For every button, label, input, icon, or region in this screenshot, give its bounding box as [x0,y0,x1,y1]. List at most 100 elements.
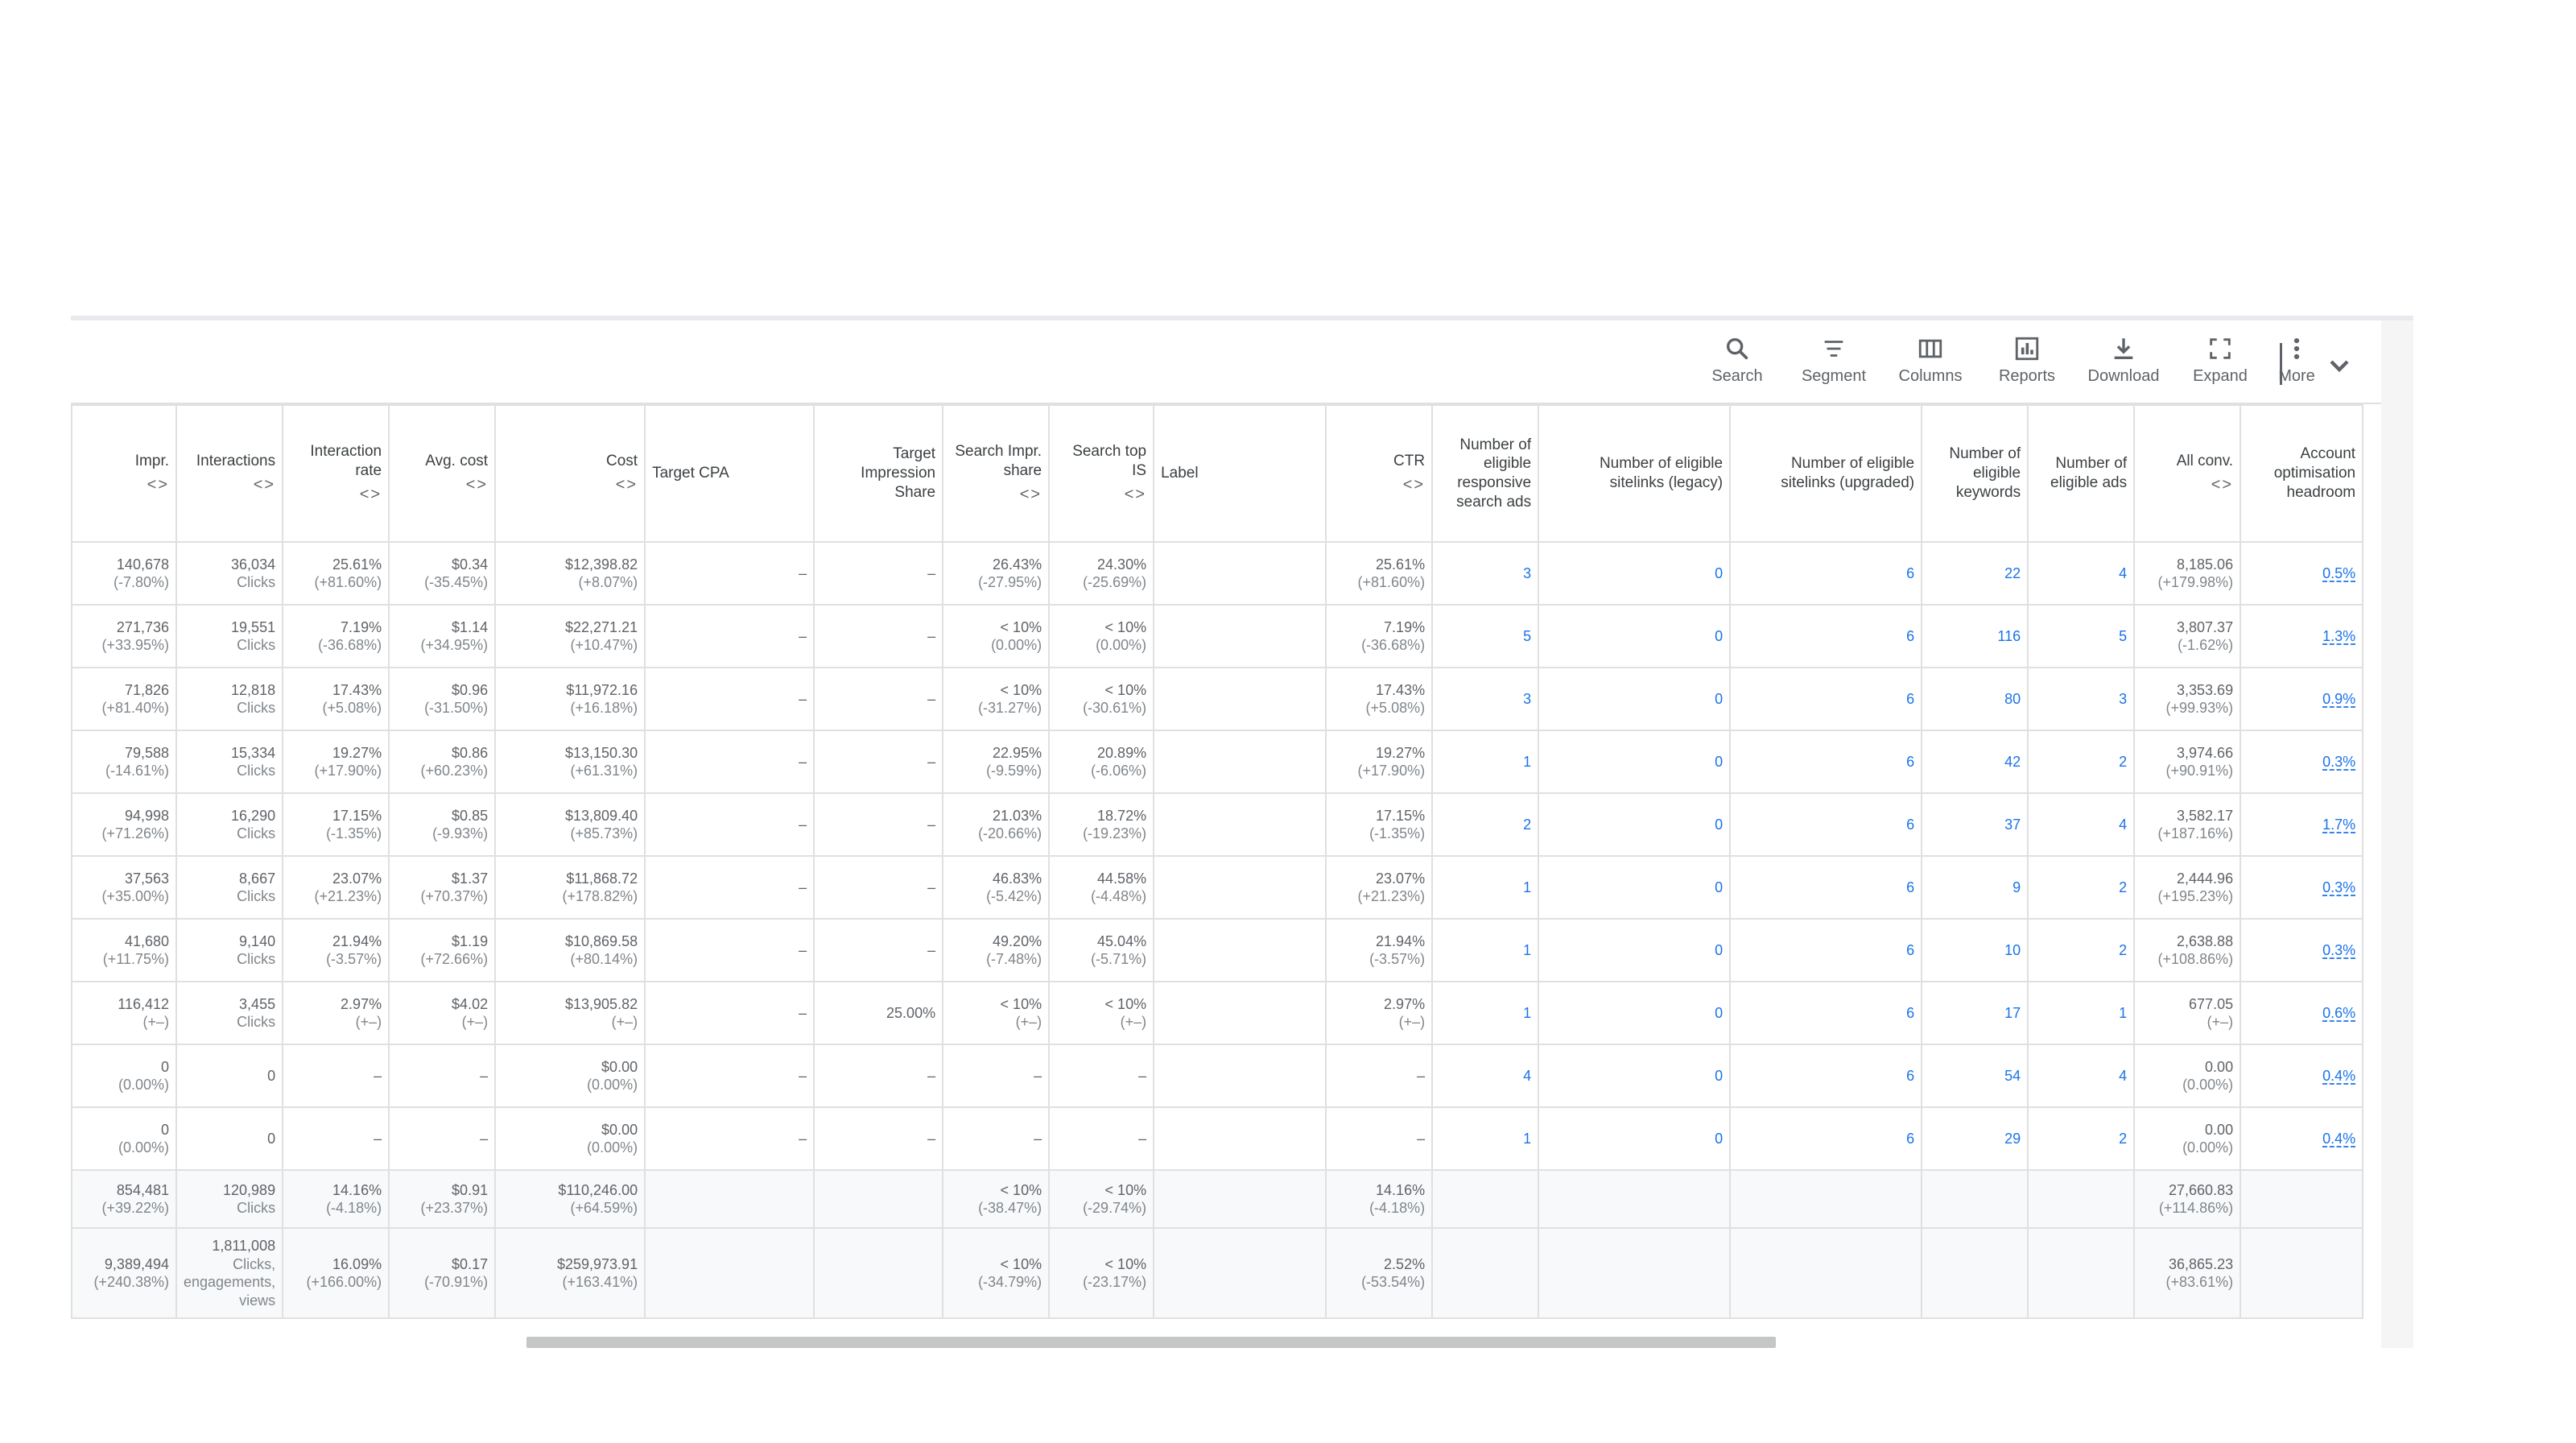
cell-eligible-keywords[interactable]: 10 [1921,918,2029,982]
expand-button[interactable]: Expand [2176,335,2264,395]
sort-icon[interactable]: <> [2141,475,2233,495]
cell-sitelinks-upgraded[interactable]: 6 [1729,604,1923,668]
cell-sitelinks-legacy[interactable]: 0 [1538,1106,1732,1171]
cell-eligible-ads[interactable]: 2 [2027,1106,2136,1171]
cell-optimisation-headroom[interactable]: 0.3% [2240,855,2364,920]
cell-optimisation-headroom[interactable]: 0.4% [2240,1044,2364,1108]
cell-eligible-keywords[interactable]: 22 [1921,541,2029,606]
cell-eligible-keywords[interactable]: 116 [1921,604,2029,668]
col-header-eligible-ads[interactable]: Number of eligible ads [2027,404,2136,543]
cell-eligible-ads[interactable]: 2 [2027,730,2136,794]
cell-sitelinks-upgraded[interactable]: 6 [1729,667,1923,731]
sort-icon[interactable]: <> [290,485,382,505]
columns-button[interactable]: Columns [1886,335,1975,395]
cell-eligible-keywords[interactable]: 9 [1921,855,2029,920]
cell-eligible-ads[interactable]: 5 [2027,604,2136,668]
sort-icon[interactable]: <> [79,475,169,495]
cell-eligible-rsa[interactable]: 5 [1431,604,1540,668]
col-header-sitelinks-legacy[interactable]: Number of eligible sitelinks (legacy) [1538,404,1732,543]
col-header-interactions[interactable]: Interactions <> [175,404,284,543]
search-button[interactable]: Search [1693,335,1781,395]
cell-eligible-keywords[interactable]: 54 [1921,1044,2029,1108]
sort-icon[interactable]: <> [950,485,1042,505]
cell-sitelinks-upgraded[interactable]: 6 [1729,792,1923,857]
col-header-target-impression-share[interactable]: Target Impression Share [813,404,944,543]
col-header-interaction-rate[interactable]: Interaction rate <> [282,404,390,543]
cell-optimisation-headroom[interactable]: 0.3% [2240,730,2364,794]
cell-optimisation-headroom[interactable]: 0.5% [2240,541,2364,606]
col-header-ctr[interactable]: CTR <> [1325,404,1434,543]
cell-sitelinks-upgraded[interactable]: 6 [1729,981,1923,1045]
cell-optimisation-headroom[interactable]: 0.9% [2240,667,2364,731]
cell-eligible-ads[interactable]: 4 [2027,1044,2136,1108]
cell-eligible-ads[interactable]: 2 [2027,855,2136,920]
cell-sitelinks-legacy[interactable]: 0 [1538,730,1732,794]
sort-icon[interactable]: <> [502,475,638,495]
cell-sitelinks-legacy[interactable]: 0 [1538,792,1732,857]
horizontal-scrollbar[interactable] [526,1337,1776,1348]
cell-eligible-keywords[interactable]: 29 [1921,1106,2029,1171]
cell-sitelinks-legacy[interactable]: 0 [1538,981,1732,1045]
collapse-button[interactable] [2323,349,2355,382]
cell-sitelinks-upgraded[interactable]: 6 [1729,918,1923,982]
cell-optimisation-headroom[interactable]: 0.3% [2240,918,2364,982]
cell-eligible-rsa[interactable]: 3 [1431,667,1540,731]
cell-sitelinks-upgraded[interactable]: 6 [1729,541,1923,606]
cell-eligible-ads[interactable]: 2 [2027,918,2136,982]
cell-sitelinks-legacy[interactable]: 0 [1538,855,1732,920]
download-button[interactable]: Download [2079,335,2168,395]
cell-eligible-rsa[interactable]: 1 [1431,918,1540,982]
col-header-optimisation-headroom[interactable]: Account optimisation headroom [2240,404,2364,543]
cell-sitelinks-upgraded[interactable]: 6 [1729,855,1923,920]
cell-eligible-ads[interactable]: 3 [2027,667,2136,731]
cell-sitelinks-legacy[interactable]: 0 [1538,541,1732,606]
cell-eligible-rsa[interactable]: 2 [1431,792,1540,857]
cell-sitelinks-upgraded[interactable]: 6 [1729,1106,1923,1171]
cell-eligible-rsa[interactable]: 4 [1431,1044,1540,1108]
cell-sitelinks-legacy[interactable]: 0 [1538,667,1732,731]
cell-eligible-rsa[interactable]: 1 [1431,730,1540,794]
col-header-label[interactable]: Label [1153,404,1327,543]
cell-sitelinks-legacy[interactable]: 0 [1538,604,1732,668]
cell-eligible-ads[interactable]: 4 [2027,792,2136,857]
cell-eligible-keywords[interactable]: 80 [1921,667,2029,731]
cell-sitelinks-upgraded[interactable]: 6 [1729,1044,1923,1108]
sort-icon[interactable]: <> [1333,475,1425,495]
cell-sitelinks-upgraded[interactable]: 6 [1729,730,1923,794]
cell-optimisation-headroom[interactable]: 1.7% [2240,792,2364,857]
col-header-search-top-is[interactable]: Search top IS <> [1048,404,1155,543]
col-header-cost[interactable]: Cost <> [494,404,646,543]
reports-button[interactable]: Reports [1983,335,2071,395]
cell-sitelinks-legacy[interactable]: 0 [1538,918,1732,982]
segment-button[interactable]: Segment [1790,335,1878,395]
cell-optimisation-headroom[interactable]: 0.4% [2240,1106,2364,1171]
ads-count: 4 [2119,1067,2128,1084]
cell-impr: 41,680 (+11.75%) [71,918,177,982]
cell-optimisation-headroom[interactable]: 0.6% [2240,981,2364,1045]
col-header-eligible-keywords[interactable]: Number of eligible keywords [1921,404,2029,543]
col-header-all-conv[interactable]: All conv. <> [2133,404,2242,543]
col-header-target-cpa[interactable]: Target CPA [644,404,815,543]
sort-icon[interactable]: <> [1056,485,1146,505]
cell-label [1153,1106,1327,1171]
col-header-avg-cost[interactable]: Avg. cost <> [388,404,497,543]
sort-icon[interactable]: <> [184,475,275,495]
cell-empty [1921,1227,2029,1319]
col-header-search-impr-share[interactable]: Search Impr. share <> [942,404,1051,543]
cell-search-top-is: 44.58% (-4.48%) [1048,855,1155,920]
cell-eligible-ads[interactable]: 4 [2027,541,2136,606]
cell-eligible-rsa[interactable]: 1 [1431,855,1540,920]
col-header-eligible-rsa[interactable]: Number of eligible responsive search ads [1431,404,1540,543]
col-header-impr[interactable]: Impr. <> [71,404,177,543]
cell-eligible-rsa[interactable]: 1 [1431,981,1540,1045]
cell-eligible-rsa[interactable]: 3 [1431,541,1540,606]
cell-eligible-keywords[interactable]: 42 [1921,730,2029,794]
cell-eligible-keywords[interactable]: 17 [1921,981,2029,1045]
cell-optimisation-headroom[interactable]: 1.3% [2240,604,2364,668]
cell-eligible-keywords[interactable]: 37 [1921,792,2029,857]
sort-icon[interactable]: <> [396,475,488,495]
cell-eligible-ads[interactable]: 1 [2027,981,2136,1045]
cell-sitelinks-legacy[interactable]: 0 [1538,1044,1732,1108]
col-header-sitelinks-upgraded[interactable]: Number of eligible sitelinks (upgraded) [1729,404,1923,543]
cell-eligible-rsa[interactable]: 1 [1431,1106,1540,1171]
